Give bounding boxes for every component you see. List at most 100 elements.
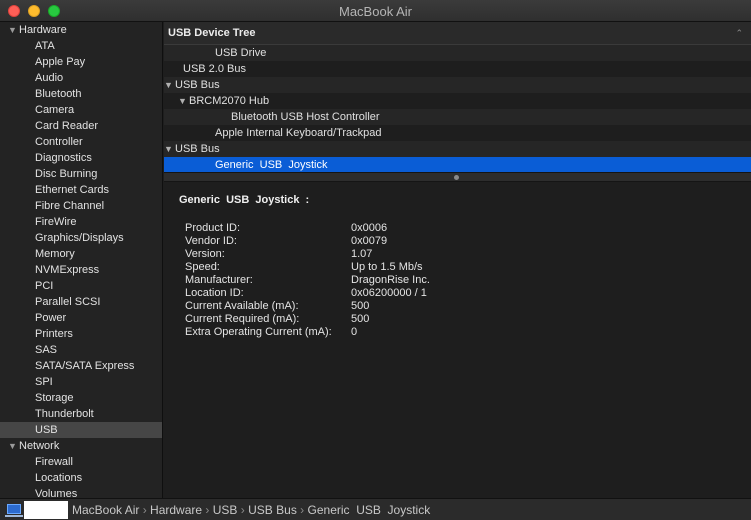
- property-label: Current Required (mA):: [185, 313, 300, 325]
- sidebar-item[interactable]: Power: [0, 310, 162, 326]
- property-label: Vendor ID:: [185, 235, 237, 247]
- path-item[interactable]: USB: [213, 503, 238, 517]
- property-value: Up to 1.5 Mb/s: [351, 261, 423, 273]
- sort-up-icon[interactable]: ⌃: [735, 28, 743, 39]
- tree-row[interactable]: ▼ USB Bus: [164, 141, 751, 157]
- property-row: Manufacturer: DragonRise Inc.: [185, 274, 585, 287]
- sidebar-item-label: SAS: [35, 344, 58, 356]
- path-item[interactable]: Generic USB Joystick: [308, 503, 431, 517]
- sidebar-item[interactable]: SAS: [0, 342, 162, 358]
- disclosure-triangle-icon[interactable]: ▼: [178, 93, 189, 109]
- tree-row-label: Generic USB Joystick: [215, 159, 328, 171]
- tree-row[interactable]: USB 2.0 Bus: [164, 61, 751, 77]
- sidebar-item-label: Parallel SCSI: [35, 296, 101, 308]
- disclosure-triangle-icon[interactable]: ▼: [164, 77, 175, 93]
- property-value: 0x06200000 / 1: [351, 287, 427, 299]
- title-bar: MacBook Air: [0, 0, 751, 22]
- sidebar-item[interactable]: Apple Pay: [0, 54, 162, 70]
- sidebar-item-label: Controller: [35, 136, 83, 148]
- sidebar-item-label: USB: [35, 424, 58, 436]
- path-separator-icon: ›: [240, 503, 245, 517]
- property-label: Current Available (mA):: [185, 300, 299, 312]
- disclosure-triangle-icon[interactable]: ▼: [164, 141, 175, 157]
- property-label: Manufacturer:: [185, 274, 253, 286]
- path-item[interactable]: USB Bus: [248, 503, 297, 517]
- sidebar-item[interactable]: Bluetooth: [0, 86, 162, 102]
- sidebar-item-label: Locations: [35, 472, 83, 484]
- window-title: MacBook Air: [339, 4, 412, 19]
- sidebar-item[interactable]: Thunderbolt: [0, 406, 162, 422]
- path-item[interactable]: Hardware: [150, 503, 202, 517]
- sidebar-item-label: Graphics/Displays: [35, 232, 124, 244]
- tree-header-label: USB Device Tree: [168, 27, 256, 39]
- sidebar-category[interactable]: ▼ Hardware: [0, 22, 162, 38]
- sidebar-item-label: Power: [35, 312, 67, 324]
- sidebar-item[interactable]: USB: [0, 422, 162, 438]
- sidebar-item-label: Volumes: [35, 488, 78, 498]
- sidebar-item[interactable]: Fibre Channel: [0, 198, 162, 214]
- property-row: Location ID: 0x06200000 / 1: [185, 287, 585, 300]
- tree-row[interactable]: Generic USB Joystick: [164, 157, 751, 173]
- sidebar-item-label: Fibre Channel: [35, 200, 105, 212]
- sidebar-item[interactable]: FireWire: [0, 214, 162, 230]
- path-separator-icon: ›: [300, 503, 305, 517]
- tree-row[interactable]: Apple Internal Keyboard/Trackpad: [164, 125, 751, 141]
- sidebar-item[interactable]: Camera: [0, 102, 162, 118]
- sidebar: ▼ Hardware ATA Apple Pay Audio Bluetooth Camer…: [0, 22, 163, 498]
- disclosure-triangle-icon[interactable]: ▼: [8, 22, 19, 38]
- sidebar-item[interactable]: Volumes: [0, 486, 162, 498]
- disclosure-triangle-icon[interactable]: ▼: [8, 438, 19, 454]
- sidebar-item-label: ATA: [35, 40, 55, 52]
- tree-row-label: BRCM2070 Hub: [189, 95, 270, 107]
- property-row: Current Available (mA): 500: [185, 300, 585, 313]
- splitter-handle-icon[interactable]: [454, 175, 459, 180]
- sidebar-item[interactable]: Graphics/Displays: [0, 230, 162, 246]
- sidebar-item-label: NVMExpress: [35, 264, 100, 276]
- sidebar-item-label: FireWire: [35, 216, 77, 228]
- sidebar-item[interactable]: Audio: [0, 70, 162, 86]
- tree-column-header[interactable]: USB Device Tree ⌃: [164, 22, 751, 45]
- property-label: Product ID:: [185, 222, 241, 234]
- sidebar-item[interactable]: SATA/SATA Express: [0, 358, 162, 374]
- property-value: 1.07: [351, 248, 373, 260]
- sidebar-item[interactable]: Printers: [0, 326, 162, 342]
- sidebar-item-label: Apple Pay: [35, 56, 86, 68]
- sidebar-item-label: Ethernet Cards: [35, 184, 109, 196]
- sidebar-item[interactable]: Ethernet Cards: [0, 182, 162, 198]
- sidebar-item[interactable]: NVMExpress: [0, 262, 162, 278]
- sidebar-category[interactable]: ▼ Network: [0, 438, 162, 454]
- tree-row-label: USB Bus: [175, 143, 220, 155]
- sidebar-item-label: Card Reader: [35, 120, 98, 132]
- tree-row[interactable]: ▼ BRCM2070 Hub: [164, 93, 751, 109]
- sidebar-item-label: Memory: [35, 248, 75, 260]
- sidebar-item-label: Firewall: [35, 456, 73, 468]
- sidebar-item-label: Network: [19, 440, 60, 452]
- tree-row[interactable]: Bluetooth USB Host Controller: [164, 109, 751, 125]
- sidebar-item[interactable]: Firewall: [0, 454, 162, 470]
- pane-splitter[interactable]: [164, 172, 751, 182]
- path-item[interactable]: MacBook Air: [72, 503, 139, 517]
- sidebar-item[interactable]: Locations: [0, 470, 162, 486]
- sidebar-item[interactable]: Memory: [0, 246, 162, 262]
- sidebar-item[interactable]: Parallel SCSI: [0, 294, 162, 310]
- sidebar-item[interactable]: Disc Burning: [0, 166, 162, 182]
- sidebar-item[interactable]: SPI: [0, 374, 162, 390]
- sidebar-item-label: Camera: [35, 104, 75, 116]
- property-row: Speed: Up to 1.5 Mb/s: [185, 261, 585, 274]
- tree-row[interactable]: USB Drive: [164, 45, 751, 61]
- sidebar-item[interactable]: Storage: [0, 390, 162, 406]
- sidebar-item-label: Hardware: [19, 24, 67, 36]
- path-separator-icon: ›: [142, 503, 147, 517]
- sidebar-item[interactable]: ATA: [0, 38, 162, 54]
- tree-row[interactable]: ▼ USB Bus: [164, 77, 751, 93]
- sidebar-item[interactable]: Diagnostics: [0, 150, 162, 166]
- laptop-icon: [5, 504, 23, 517]
- sidebar-item[interactable]: PCI: [0, 278, 162, 294]
- redacted-block: [24, 501, 68, 519]
- sidebar-item[interactable]: Card Reader: [0, 118, 162, 134]
- path-breadcrumb: MacBook Air › Hardware › USB › USB Bus ›…: [72, 503, 430, 517]
- usb-device-tree: USB Device Tree ⌃ USB Drive USB 2.0 Bus ▼ U…: [164, 22, 751, 173]
- property-label: Extra Operating Current (mA):: [185, 326, 332, 338]
- sidebar-item[interactable]: Controller: [0, 134, 162, 150]
- sidebar-item-label: Storage: [35, 392, 74, 404]
